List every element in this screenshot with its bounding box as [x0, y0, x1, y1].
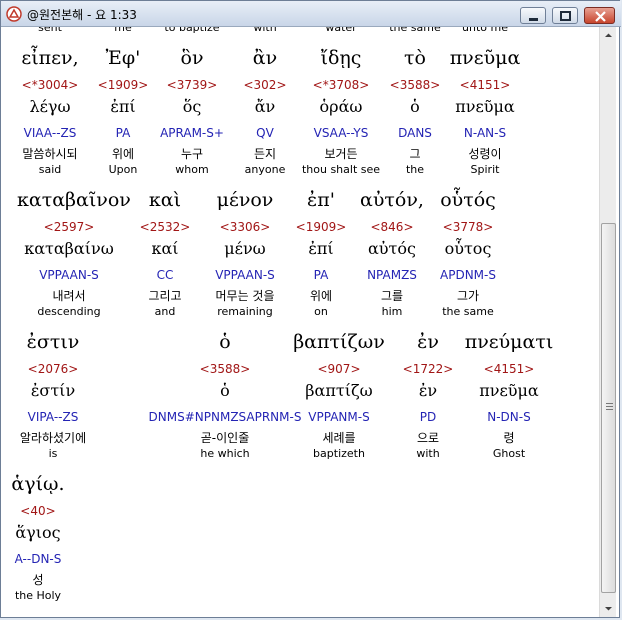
greek-lemma: ἅγιος	[15, 523, 61, 542]
greek-parsing: DNMS#NPNMZSAPRNM-S	[148, 410, 302, 424]
greek-english: is	[48, 447, 58, 460]
greek-strongs: <2597>	[43, 220, 95, 234]
scroll-down-arrow-icon[interactable]	[601, 601, 616, 616]
greek-parsing: N-DN-S	[487, 410, 531, 424]
maximize-icon	[560, 11, 571, 21]
greek-lemma: πνεῦμα	[455, 97, 515, 116]
scrollbar-thumb[interactable]	[601, 223, 616, 593]
greek-korean: 성	[32, 573, 44, 587]
greek-parsing: APDNM-S	[440, 268, 496, 282]
maximize-button[interactable]	[552, 7, 578, 24]
greek-word: οὗτός	[440, 189, 496, 211]
greek-strongs: <4151>	[459, 78, 511, 92]
close-button[interactable]	[584, 7, 615, 24]
greek-english: the Holy	[14, 589, 62, 602]
greek-word: πνεύματι	[464, 331, 554, 353]
app-window: @원전본해 - 요 1:33 sent me to baptize with water…	[0, 0, 621, 618]
greek-word: ἁγίῳ.	[11, 473, 65, 495]
greek-english: unto me	[462, 27, 508, 34]
greek-word: καταβαῖνον	[17, 189, 131, 211]
greek-strongs: <2076>	[27, 362, 79, 376]
greek-korean: 알라하셨기에	[19, 431, 87, 445]
greek-lemma: ἐστίν	[30, 381, 76, 400]
greek-lemma: πνεῦμα	[479, 381, 539, 400]
greek-korean: 령	[503, 431, 515, 445]
greek-parsing: N-AN-S	[463, 126, 507, 140]
greek-korean: 곧-이인줄	[200, 431, 250, 445]
grip-icon	[606, 403, 613, 410]
greek-english: the same	[442, 305, 494, 318]
greek-strongs: <3778>	[442, 220, 494, 234]
greek-korean: 내려서	[52, 289, 86, 303]
greek-parsing: VIPA--ZS	[27, 410, 79, 424]
greek-lemma: ὁ	[220, 381, 230, 400]
greek-lemma: καταβαίνω	[24, 239, 114, 258]
greek-korean: 성령이	[468, 147, 502, 161]
scroll-up-arrow-icon[interactable]	[601, 28, 616, 43]
greek-word: ἐστιν	[26, 331, 80, 353]
greek-word: ὁ	[219, 331, 231, 353]
title-bar[interactable]: @원전본해 - 요 1:33	[1, 1, 621, 27]
greek-strongs: <3588>	[199, 362, 251, 376]
minimize-icon	[529, 18, 538, 21]
greek-english: Spirit	[470, 163, 500, 176]
greek-parsing: A--DN-S	[14, 552, 62, 566]
greek-strongs: <4151>	[483, 362, 535, 376]
greek-korean: 그가	[456, 289, 480, 303]
window-title: @원전본해 - 요 1:33	[27, 8, 137, 22]
app-logo-icon	[6, 6, 22, 22]
greek-lemma: οὗτος	[444, 239, 492, 258]
greek-english: Ghost	[492, 447, 526, 460]
interlinear-view: sent me to baptize with water the same unto me…	[3, 27, 599, 617]
greek-strongs: <40>	[20, 504, 56, 518]
greek-word: πνεῦμα	[449, 47, 521, 69]
close-icon	[595, 11, 606, 22]
vertical-scrollbar[interactable]	[599, 27, 616, 617]
minimize-button[interactable]	[520, 7, 546, 24]
greek-english: he which	[200, 447, 250, 460]
greek-english: descending	[37, 305, 101, 318]
greek-parsing: VPPAAN-S	[39, 268, 99, 282]
